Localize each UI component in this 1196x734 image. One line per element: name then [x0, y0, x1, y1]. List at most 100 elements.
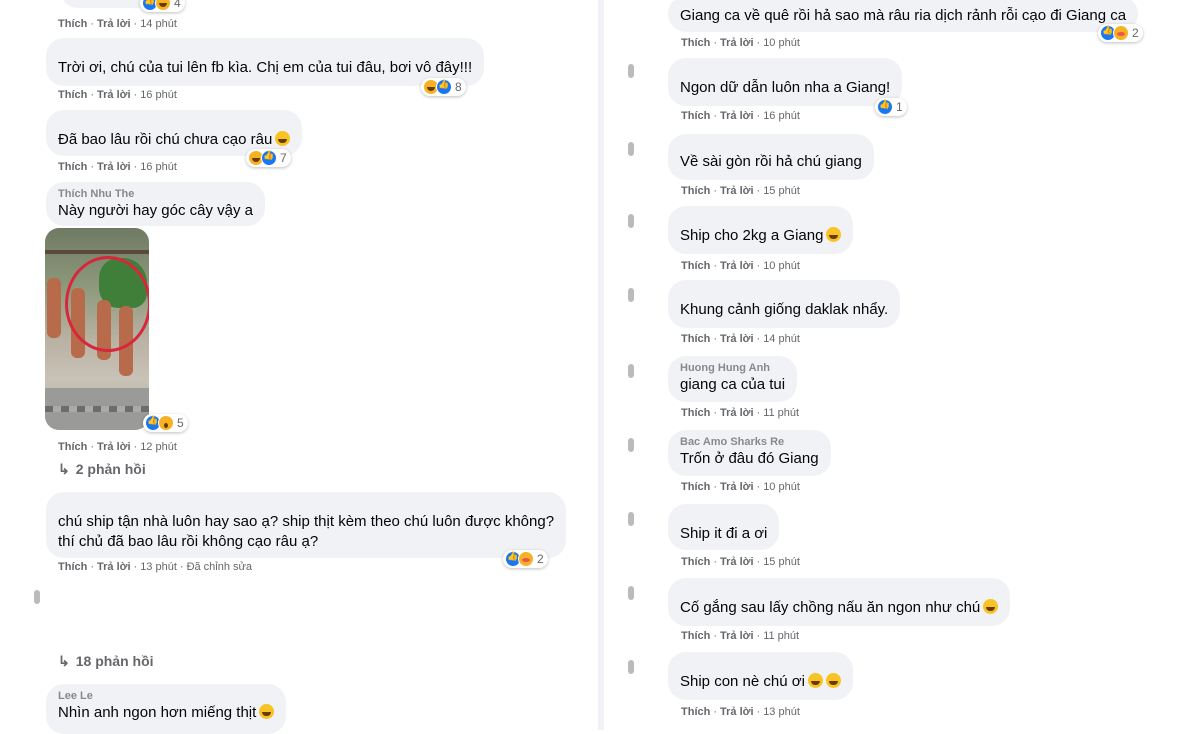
reaction-summary[interactable]: 5 — [143, 414, 188, 432]
like-link[interactable]: Thích — [58, 441, 87, 453]
comment-photo[interactable] — [45, 228, 149, 430]
edited-label: Đã chỉnh sửa — [186, 561, 253, 573]
reaction-summary[interactable]: 4 — [140, 0, 185, 12]
like-link[interactable]: Thích — [58, 561, 87, 573]
comment-author[interactable]: Lee Le — [58, 690, 274, 703]
reply-link[interactable]: Trả lời — [720, 706, 754, 718]
comment-author[interactable]: Bac Amo Sharks Re — [680, 436, 819, 449]
comment-bubble: Ship cho 2kg a Giang — [668, 206, 854, 254]
timestamp[interactable]: 11 phút — [763, 630, 799, 642]
comment-actions: Thích · Trả lời · 12 phút — [58, 441, 177, 453]
timestamp[interactable]: 11 phút — [763, 407, 799, 419]
reply-link[interactable]: Trả lời — [720, 481, 754, 493]
reaction-count: 2 — [537, 552, 544, 566]
reaction-count: 7 — [280, 151, 287, 165]
timestamp[interactable]: 15 phút — [763, 185, 800, 197]
timestamp[interactable]: 13 phút — [763, 706, 800, 718]
like-link[interactable]: Thích — [681, 481, 710, 493]
comment-text: Nhìn anh ngon hơn miếng thịt — [58, 703, 275, 723]
comment-bubble: Ship con nè chú ơi — [668, 652, 853, 700]
avatar[interactable] — [628, 512, 634, 526]
like-link[interactable]: Thích — [681, 407, 710, 419]
comment-text: Ship it đi a ơi — [680, 525, 768, 542]
reply-link[interactable]: Trả lời — [97, 161, 131, 173]
timestamp[interactable]: 10 phút — [763, 260, 800, 272]
haha-reaction-icon — [155, 0, 171, 11]
view-replies-link[interactable]: ↳ 18 phản hồi — [58, 653, 154, 670]
avatar[interactable] — [628, 586, 634, 600]
comment-actions: Thích · Trả lời · 13 phút — [681, 706, 800, 718]
like-link[interactable]: Thích — [681, 556, 710, 568]
avatar[interactable] — [628, 364, 634, 378]
avatar[interactable] — [628, 64, 634, 78]
like-link[interactable]: Thích — [681, 706, 710, 718]
reply-link[interactable]: Trả lời — [720, 556, 754, 568]
reaction-count: 4 — [174, 0, 181, 10]
reaction-count: 8 — [455, 80, 462, 94]
comment-author[interactable]: Huong Hung Anh — [680, 362, 785, 375]
comment-text: Cố gắng sau lấy chồng nấu ăn ngon như ch… — [680, 598, 999, 618]
reaction-summary[interactable]: 1 — [875, 98, 907, 116]
photo-red-circle — [65, 256, 149, 352]
comment-text: Ship con nè chú ơi — [680, 672, 841, 692]
smile-emoji-icon — [259, 704, 275, 719]
reply-link[interactable]: Trả lời — [720, 185, 754, 197]
photo-rail — [45, 250, 149, 254]
like-link[interactable]: Thích — [58, 18, 87, 30]
reaction-count: 5 — [177, 416, 184, 430]
reaction-count: 1 — [896, 100, 903, 114]
reaction-summary[interactable]: 2 — [503, 550, 548, 568]
timestamp[interactable]: 16 phút — [140, 161, 177, 173]
laughing-emoji-icon — [826, 227, 842, 242]
view-replies-link[interactable]: ↳ 2 phản hồi — [58, 461, 146, 478]
timestamp[interactable]: 10 phút — [763, 37, 800, 49]
like-link[interactable]: Thích — [681, 333, 710, 345]
care-reaction-icon — [1113, 25, 1129, 41]
avatar[interactable] — [628, 660, 634, 674]
reply-link[interactable]: Trả lời — [720, 260, 754, 272]
comment-actions: Thích · Trả lời · 14 phút — [58, 18, 177, 30]
reply-link[interactable]: Trả lời — [720, 407, 754, 419]
reply-link[interactable]: Trả lời — [720, 630, 754, 642]
comment-bubble: Ngon dữ dẫn luôn nha a Giang! — [668, 58, 903, 106]
avatar[interactable] — [628, 142, 634, 156]
laughing-emoji-icon — [825, 673, 841, 688]
reply-link[interactable]: Trả lời — [97, 18, 131, 30]
like-link[interactable]: Thích — [58, 89, 87, 101]
avatar[interactable] — [34, 590, 40, 604]
care-reaction-icon — [518, 551, 534, 567]
reaction-summary[interactable]: 2 — [1098, 24, 1143, 42]
reply-link[interactable]: Trả lời — [720, 333, 754, 345]
timestamp[interactable]: 10 phút — [763, 481, 800, 493]
timestamp[interactable]: 14 phút — [140, 18, 177, 30]
timestamp[interactable]: 13 phút — [140, 561, 177, 573]
reply-link[interactable]: Trả lời — [97, 89, 131, 101]
timestamp[interactable]: 16 phút — [763, 110, 800, 122]
reply-link[interactable]: Trả lời — [97, 441, 131, 453]
like-link[interactable]: Thích — [681, 37, 710, 49]
timestamp[interactable]: 16 phút — [140, 89, 177, 101]
reply-link[interactable]: Trả lời — [720, 110, 754, 122]
timestamp[interactable]: 12 phút — [140, 441, 177, 453]
reply-arrow-icon: ↳ — [58, 461, 70, 477]
like-link[interactable]: Thích — [681, 110, 710, 122]
avatar[interactable] — [628, 288, 634, 302]
comment-actions: Thích · Trả lời · 14 phút — [681, 333, 800, 345]
avatar[interactable] — [628, 438, 634, 452]
comment-bubble: Khung cảnh giống daklak nhẩy. — [668, 280, 901, 328]
timestamp[interactable]: 15 phút — [763, 556, 800, 568]
reaction-summary[interactable]: 7 — [246, 149, 291, 167]
like-link[interactable]: Thích — [681, 185, 710, 197]
like-link[interactable]: Thích — [58, 161, 87, 173]
like-link[interactable]: Thích — [681, 260, 710, 272]
avatar[interactable] — [628, 214, 634, 228]
comment-text-line: chú ship tận nhà luôn hay sao ạ? ship th… — [58, 513, 555, 530]
comment-actions: Thích · Trả lời · 16 phút — [58, 89, 177, 101]
like-link[interactable]: Thích — [681, 630, 710, 642]
reply-link[interactable]: Trả lời — [720, 37, 754, 49]
reply-link[interactable]: Trả lời — [97, 561, 131, 573]
comment-bubble: Giang ca về quê rồi hả sao mà râu ria dị… — [668, 0, 1139, 32]
timestamp[interactable]: 14 phút — [763, 333, 800, 345]
comment-author[interactable]: Thích Nhu The — [58, 188, 253, 201]
reaction-summary[interactable]: 8 — [421, 78, 466, 96]
